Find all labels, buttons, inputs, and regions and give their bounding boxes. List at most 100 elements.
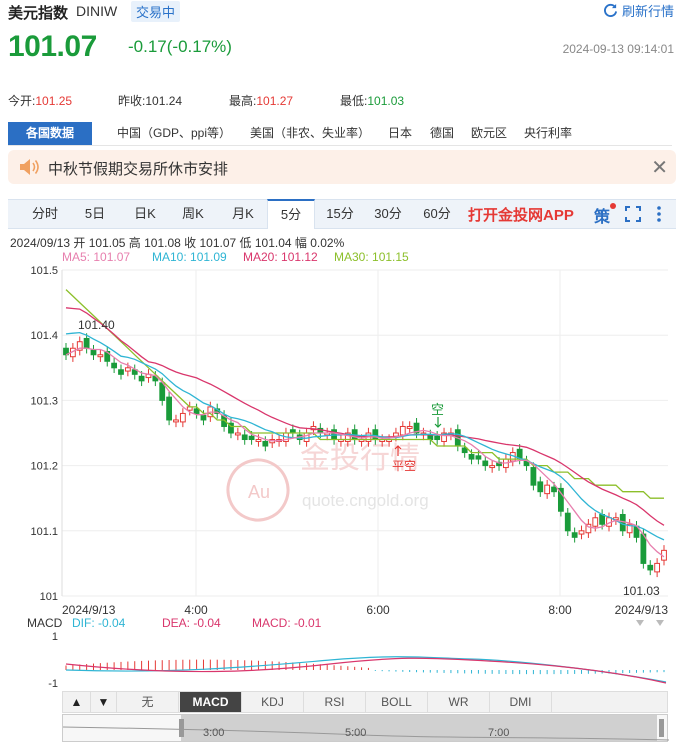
indicator-tabs: ▲ ▼ 无 MACD KDJ RSI BOLL WR DMI bbox=[62, 691, 668, 713]
candle-body bbox=[475, 455, 482, 460]
candle-body bbox=[578, 530, 585, 535]
indicator-boll[interactable]: BOLL bbox=[366, 692, 428, 712]
candle-body bbox=[262, 440, 269, 447]
period-tabs: 分时 5日 日K 周K 月K 5分 15分 30分 60分 打开金投网APP 策 bbox=[8, 199, 676, 229]
ma-lines bbox=[65, 289, 665, 558]
candle-body bbox=[564, 512, 571, 532]
navigator-handle-right[interactable] bbox=[659, 719, 664, 737]
notification-dot bbox=[610, 203, 617, 209]
quote-timestamp: 2024-09-13 09:14:01 bbox=[562, 42, 674, 56]
close-icon[interactable]: ✕ bbox=[651, 155, 668, 180]
candle-body bbox=[234, 432, 241, 436]
current-price: 101.07 bbox=[8, 30, 97, 63]
navigator-label: 5:00 bbox=[345, 727, 366, 739]
x-tick-label: 4:00 bbox=[184, 603, 208, 617]
tab-japan[interactable]: 日本 bbox=[388, 122, 412, 145]
tab-central-bank-rate[interactable]: 央行利率 bbox=[524, 122, 572, 145]
max-price-label: 101.40 bbox=[78, 318, 115, 332]
scroll-arrow-right[interactable] bbox=[656, 620, 664, 626]
open-app-link[interactable]: 打开金投网APP bbox=[468, 204, 574, 225]
low-value: 101.03 bbox=[367, 94, 405, 108]
tab-eurozone[interactable]: 欧元区 bbox=[471, 122, 507, 145]
open-stat: 今开:101.25 bbox=[8, 94, 73, 108]
candle-body bbox=[399, 425, 406, 436]
tab-15min[interactable]: 15分 bbox=[316, 200, 364, 228]
tab-monthly-k[interactable]: 月K bbox=[220, 200, 266, 228]
candle-body bbox=[97, 354, 104, 358]
indicator-macd[interactable]: MACD bbox=[180, 692, 242, 712]
tab-5day[interactable]: 5日 bbox=[72, 200, 118, 228]
tab-country-data[interactable]: 各国数据 bbox=[8, 122, 93, 145]
candle-body bbox=[255, 439, 262, 442]
signal-short-arrow bbox=[434, 417, 442, 428]
tab-usa[interactable]: 美国（非农、失业率） bbox=[250, 122, 370, 145]
high-value: 101.27 bbox=[256, 94, 294, 108]
refresh-icon bbox=[604, 3, 618, 18]
candle-body bbox=[592, 517, 599, 527]
candle-body bbox=[90, 349, 97, 356]
candle-body bbox=[124, 367, 131, 372]
candle-body bbox=[173, 419, 179, 423]
refresh-button[interactable]: 刷新行情 bbox=[603, 1, 674, 20]
candle-body bbox=[200, 414, 207, 421]
candle-body bbox=[372, 429, 379, 441]
x-tick-label: 2024/9/13 bbox=[62, 603, 116, 617]
candle-body bbox=[118, 369, 124, 375]
macd-dea-line bbox=[65, 657, 667, 684]
strategy-label: 策 bbox=[594, 209, 611, 226]
macd-title: MACD bbox=[27, 616, 63, 630]
candle-body bbox=[241, 434, 248, 441]
scroll-up-button[interactable]: ▲ bbox=[63, 692, 91, 712]
navigator-area: 3:00 5:00 7:00 bbox=[62, 715, 670, 741]
candle-body bbox=[166, 396, 173, 421]
range-navigator[interactable]: 3:00 5:00 7:00 bbox=[62, 714, 670, 742]
tab-weekly-k[interactable]: 周K bbox=[170, 200, 216, 228]
chart-watermark: Au 金投行情 quote.cngold.org bbox=[226, 441, 429, 522]
y-tick-label: 101.5 bbox=[30, 265, 58, 277]
navigator-label: 7:00 bbox=[488, 727, 509, 739]
tab-intraday[interactable]: 分时 bbox=[22, 200, 68, 228]
scroll-arrow-left[interactable] bbox=[636, 620, 644, 626]
tab-5min[interactable]: 5分 bbox=[267, 199, 315, 229]
notice-banner[interactable]: 中秋节假期交易所休市安排 ✕ bbox=[8, 150, 676, 184]
indicator-none[interactable]: 无 bbox=[117, 692, 179, 712]
indicator-kdj[interactable]: KDJ bbox=[242, 692, 304, 712]
tab-30min[interactable]: 30分 bbox=[364, 200, 412, 228]
candle-body bbox=[599, 514, 606, 525]
strategy-button[interactable]: 策 bbox=[594, 203, 617, 227]
x-tick-label: 6:00 bbox=[366, 603, 390, 617]
tab-germany[interactable]: 德国 bbox=[430, 122, 454, 145]
indicator-dmi[interactable]: DMI bbox=[490, 692, 552, 712]
tab-china[interactable]: 中国（GDP、ppi等） bbox=[117, 122, 231, 145]
candle-body bbox=[111, 362, 118, 369]
notice-text: 中秋节假期交易所休市安排 bbox=[48, 161, 229, 178]
instrument-name: 美元指数 bbox=[8, 5, 69, 22]
navigator-selection[interactable] bbox=[181, 715, 657, 741]
macd-value: MACD: -0.01 bbox=[252, 616, 322, 630]
indicator-wr[interactable]: WR bbox=[428, 692, 490, 712]
tab-60min[interactable]: 60分 bbox=[413, 200, 461, 228]
navigator-label: 3:00 bbox=[203, 727, 224, 739]
speaker-icon bbox=[20, 159, 39, 175]
low-stat: 最低:101.03 bbox=[340, 94, 405, 108]
signal-flat: 平空 bbox=[392, 459, 416, 473]
tab-daily-k[interactable]: 日K bbox=[122, 200, 168, 228]
candle-body bbox=[482, 460, 489, 467]
macd-dif-value: DIF: -0.04 bbox=[72, 616, 126, 630]
status-badge: 交易中 bbox=[131, 1, 181, 22]
candle-body bbox=[83, 337, 90, 349]
navigator-handle-left[interactable] bbox=[179, 719, 184, 737]
candle-body bbox=[434, 435, 441, 441]
scroll-down-button[interactable]: ▼ bbox=[91, 692, 117, 712]
fullscreen-icon[interactable] bbox=[625, 206, 641, 222]
candle-body bbox=[138, 375, 145, 382]
candle-body bbox=[537, 481, 544, 493]
watermark-au: Au bbox=[248, 482, 270, 502]
indicator-rsi[interactable]: RSI bbox=[304, 692, 366, 712]
candle-body bbox=[647, 564, 654, 571]
x-tick-label: 8:00 bbox=[548, 603, 572, 617]
more-icon[interactable] bbox=[656, 205, 662, 223]
candle-body bbox=[468, 454, 475, 460]
watermark-url: quote.cngold.org bbox=[302, 491, 429, 510]
refresh-label: 刷新行情 bbox=[621, 4, 674, 19]
